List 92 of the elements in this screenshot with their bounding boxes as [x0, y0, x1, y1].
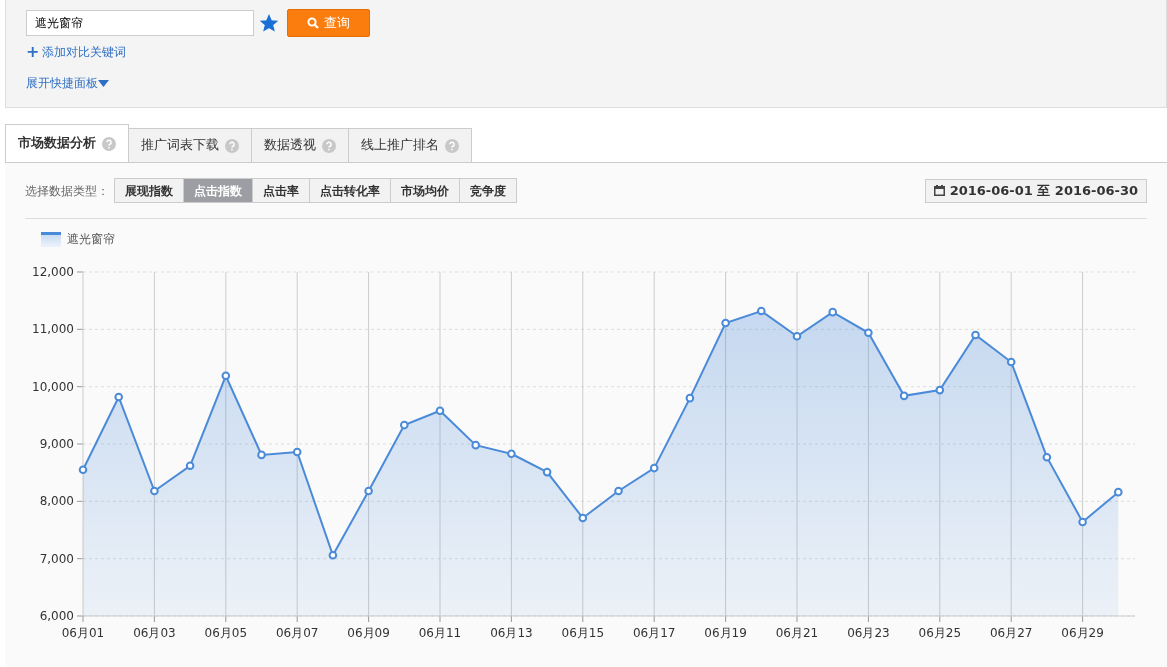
x-axis-label: 06月13 [490, 626, 533, 640]
data-point[interactable] [864, 328, 873, 338]
data-point[interactable] [507, 449, 516, 459]
search-icon [307, 17, 319, 29]
data-point[interactable] [614, 486, 623, 496]
x-axis-label: 06月03 [133, 626, 176, 640]
y-axis-label: 12,000 [32, 265, 74, 279]
tab[interactable]: 推广词表下载 [128, 128, 252, 162]
data-type-option[interactable]: 市场均价 [390, 178, 460, 203]
tick-mark [439, 615, 441, 623]
tick-mark [76, 328, 84, 330]
x-axis-label: 06月15 [561, 626, 605, 640]
y-axis-label: 6,000 [39, 609, 74, 623]
plus-icon: + [26, 44, 40, 60]
data-point[interactable] [1078, 517, 1087, 527]
data-point[interactable] [78, 465, 88, 475]
tick-mark [582, 615, 584, 623]
keyword-field[interactable]: 遮光窗帘 [26, 10, 254, 36]
tick-mark [76, 500, 84, 502]
tick-mark [653, 615, 655, 623]
data-type-option[interactable]: 展现指数 [114, 178, 184, 203]
expand-panel-link[interactable]: 展开快捷面板 [26, 74, 109, 92]
caret-icon [98, 79, 109, 87]
data-point[interactable] [435, 406, 445, 416]
data-point[interactable] [257, 450, 266, 460]
y-axis-label: 8,000 [39, 494, 74, 509]
data-point[interactable] [935, 385, 945, 395]
x-axis-label: 06月05 [204, 626, 248, 640]
tick-mark [939, 615, 941, 623]
data-point[interactable] [542, 467, 552, 477]
data-type-label: 选择数据类型： [25, 182, 109, 200]
data-point[interactable] [364, 486, 373, 496]
tick-mark [368, 615, 370, 623]
date-range-button[interactable]: 2016-06-01 至 2016-06-30 [924, 178, 1147, 203]
x-axis-label: 06月27 [989, 626, 1033, 640]
data-point[interactable] [792, 331, 802, 341]
y-axis-label: 10,000 [32, 379, 74, 394]
data-point[interactable] [685, 393, 695, 403]
data-point[interactable] [221, 371, 231, 381]
data-point[interactable] [328, 550, 338, 560]
tick-mark [867, 615, 869, 623]
data-type-option[interactable]: 点击率 [252, 178, 310, 203]
data-point[interactable] [1006, 357, 1016, 367]
data-point[interactable] [649, 463, 659, 473]
calendar-icon [933, 185, 945, 196]
data-point[interactable] [721, 318, 730, 328]
data-point[interactable] [292, 447, 302, 457]
x-axis-label: 06月11 [418, 626, 462, 640]
x-axis-label: 06月25 [918, 626, 962, 640]
data-point[interactable] [578, 513, 588, 523]
x-axis-label: 06月09 [347, 626, 390, 640]
add-compare-link[interactable]: + 添加对比关键词 [26, 43, 127, 61]
tick-mark [1082, 615, 1084, 623]
tick-mark [1010, 615, 1012, 623]
tick-mark [510, 615, 512, 623]
y-axis-label: 11,000 [32, 322, 74, 337]
tick-mark [76, 386, 84, 388]
tick-mark [225, 615, 227, 623]
data-point[interactable] [828, 307, 837, 317]
y-axis-label: 7,000 [39, 551, 74, 566]
data-point[interactable] [185, 461, 195, 471]
data-point[interactable] [899, 391, 909, 401]
data-point[interactable] [114, 392, 123, 402]
x-axis-label: 06月01 [61, 626, 105, 640]
x-axis-label: 06月19 [704, 626, 747, 640]
data-point[interactable] [150, 486, 159, 496]
tick-mark [76, 271, 84, 273]
tab[interactable]: 数据透视 [251, 128, 349, 162]
tab[interactable]: 市场数据分析 [5, 124, 129, 162]
x-axis-label: 06月29 [1061, 626, 1104, 640]
data-type-option[interactable]: 点击转化率 [309, 178, 391, 203]
x-axis-label: 06月21 [775, 626, 819, 640]
data-point[interactable] [400, 420, 409, 430]
data-point[interactable] [757, 306, 766, 316]
x-axis-label: 06月07 [275, 626, 319, 640]
data-point[interactable] [1042, 452, 1052, 462]
data-point[interactable] [471, 440, 480, 450]
tick-mark [76, 443, 84, 445]
tick-mark [796, 615, 798, 623]
tick-mark [296, 615, 298, 623]
tick-mark [725, 615, 727, 623]
tick-mark [76, 558, 84, 560]
data-type-option[interactable]: 竞争度 [459, 178, 517, 203]
x-axis-label: 06月17 [632, 626, 676, 640]
data-point[interactable] [1114, 487, 1123, 497]
y-axis-label: 9,000 [39, 437, 74, 451]
x-axis-label: 06月23 [847, 626, 890, 640]
legend-label: 遮光窗帘 [67, 231, 115, 248]
data-point[interactable] [971, 330, 980, 340]
tick-mark [153, 615, 155, 623]
tab[interactable]: 线上推广排名 [348, 128, 472, 162]
star-icon[interactable] [260, 14, 278, 32]
